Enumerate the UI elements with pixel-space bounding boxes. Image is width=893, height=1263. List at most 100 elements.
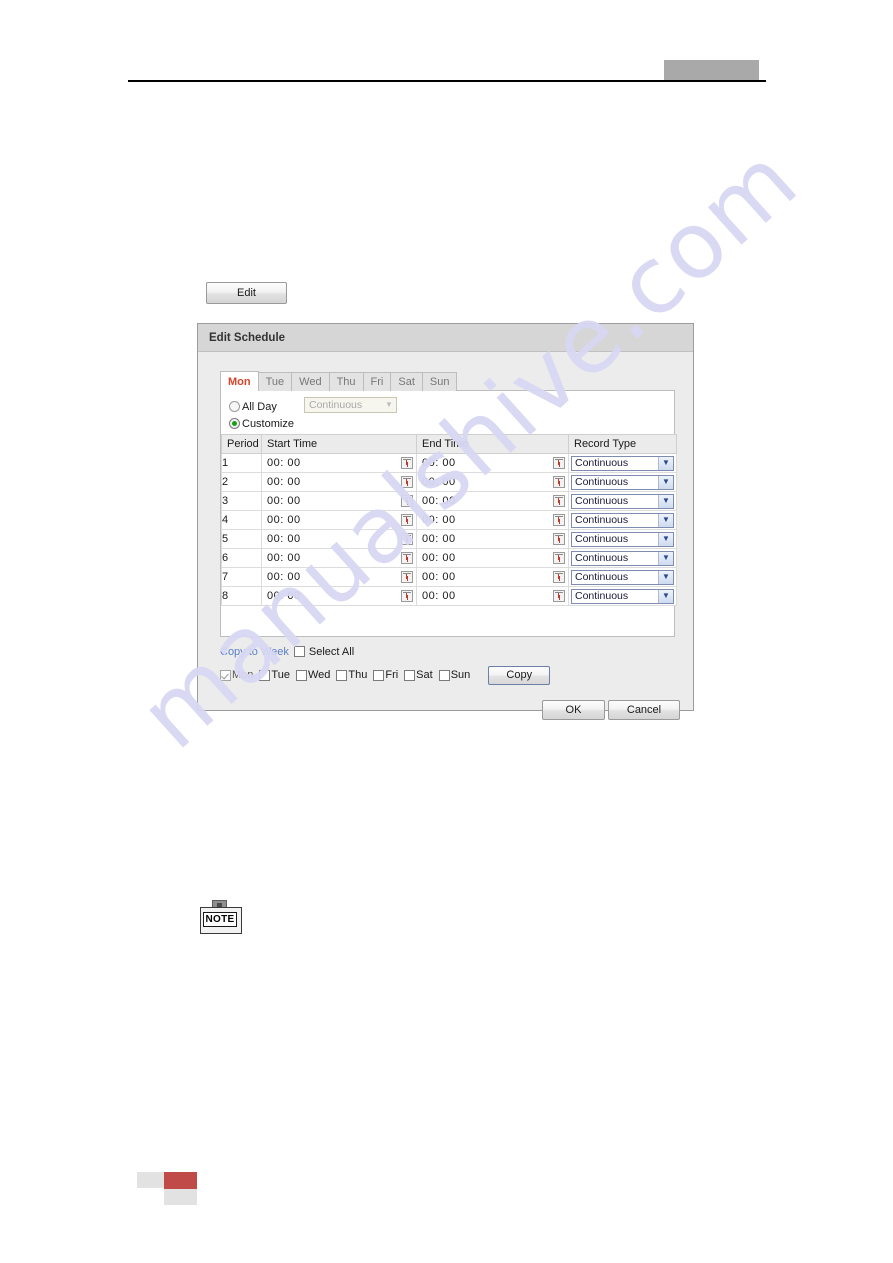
record-type-value: Continuous <box>575 552 629 564</box>
time-picker-icon[interactable] <box>553 590 565 602</box>
end-time-cell[interactable]: 00: 00 <box>416 472 569 492</box>
chevron-down-icon[interactable]: ▼ <box>658 589 673 603</box>
end-time-cell[interactable]: 00: 00 <box>416 586 569 606</box>
cancel-button[interactable]: Cancel <box>608 700 680 720</box>
time-picker-icon[interactable] <box>401 552 413 564</box>
table-row: 4 00: 00 00: 00 Continuous ▼ <box>221 510 677 530</box>
chevron-down-icon[interactable]: ▼ <box>658 532 673 546</box>
tab-thu[interactable]: Thu <box>328 372 364 391</box>
tab-fri[interactable]: Fri <box>362 372 392 391</box>
select-all-checkbox[interactable] <box>293 646 305 657</box>
period-value: 6 <box>221 548 262 568</box>
all-day-row[interactable]: All Day <box>229 398 294 415</box>
chevron-down-icon[interactable]: ▼ <box>658 475 673 489</box>
chevron-down-icon[interactable]: ▼ <box>658 570 673 584</box>
day-checkbox-wed[interactable]: Wed <box>295 669 330 681</box>
start-time-cell[interactable]: 00: 00 <box>261 567 417 587</box>
time-picker-icon[interactable] <box>401 457 413 469</box>
time-picker-icon[interactable] <box>401 590 413 602</box>
time-picker-icon[interactable] <box>401 495 413 507</box>
all-day-radio[interactable] <box>229 401 240 412</box>
checkbox-mon[interactable] <box>220 669 231 681</box>
record-type-select[interactable]: Continuous ▼ <box>571 569 674 585</box>
tab-sat[interactable]: Sat <box>390 372 423 391</box>
end-time-cell[interactable]: 00: 00 <box>416 491 569 511</box>
record-type-cell[interactable]: Continuous ▼ <box>568 491 677 511</box>
end-time-cell[interactable]: 00: 00 <box>416 529 569 549</box>
chevron-down-icon[interactable]: ▼ <box>658 513 673 527</box>
edit-button[interactable]: Edit <box>206 282 287 304</box>
tab-wed[interactable]: Wed <box>291 372 330 391</box>
tab-mon[interactable]: Mon <box>220 371 259 391</box>
day-checkbox-fri[interactable]: Fri <box>373 669 398 681</box>
end-time-value: 00: 00 <box>422 495 456 507</box>
record-type-cell[interactable]: Continuous ▼ <box>568 453 677 473</box>
start-time-cell[interactable]: 00: 00 <box>261 510 417 530</box>
customize-radio[interactable] <box>229 418 240 429</box>
record-type-cell[interactable]: Continuous ▼ <box>568 567 677 587</box>
time-picker-icon[interactable] <box>401 533 413 545</box>
time-picker-icon[interactable] <box>553 514 565 526</box>
record-type-select[interactable]: Continuous ▼ <box>571 493 674 509</box>
end-time-cell[interactable]: 00: 00 <box>416 510 569 530</box>
end-time-cell[interactable]: 00: 00 <box>416 548 569 568</box>
checkbox-sat[interactable] <box>404 669 416 681</box>
start-time-cell[interactable]: 00: 00 <box>261 453 417 473</box>
start-time-value: 00: 00 <box>267 514 301 526</box>
chevron-down-icon[interactable]: ▼ <box>658 456 673 470</box>
ok-button[interactable]: OK <box>542 700 605 720</box>
day-checkbox-thu[interactable]: Thu <box>336 669 367 681</box>
checkbox-wed[interactable] <box>295 669 307 681</box>
time-picker-icon[interactable] <box>553 476 565 488</box>
record-type-select[interactable]: Continuous ▼ <box>571 455 674 471</box>
start-time-cell[interactable]: 00: 00 <box>261 491 417 511</box>
time-picker-icon[interactable] <box>553 495 565 507</box>
chevron-down-icon[interactable]: ▼ <box>658 494 673 508</box>
end-time-value: 00: 00 <box>422 571 456 583</box>
chevron-down-icon[interactable]: ▼ <box>658 551 673 565</box>
checkbox-sun[interactable] <box>438 669 450 681</box>
time-picker-icon[interactable] <box>553 571 565 583</box>
all-day-record-type-select[interactable]: Continuous ▼ <box>304 397 397 413</box>
record-type-cell[interactable]: Continuous ▼ <box>568 529 677 549</box>
start-time-cell[interactable]: 00: 00 <box>261 586 417 606</box>
customize-row[interactable]: Customize <box>229 415 294 432</box>
time-picker-icon[interactable] <box>401 571 413 583</box>
time-picker-icon[interactable] <box>401 514 413 526</box>
start-time-value: 00: 00 <box>267 476 301 488</box>
start-time-cell[interactable]: 00: 00 <box>261 529 417 549</box>
day-checkbox-sun[interactable]: Sun <box>438 669 470 681</box>
checkbox-tue[interactable] <box>259 669 271 681</box>
start-time-cell[interactable]: 00: 00 <box>261 548 417 568</box>
record-type-cell[interactable]: Continuous ▼ <box>568 586 677 606</box>
dialog-titlebar: Edit Schedule <box>198 324 693 352</box>
period-value: 8 <box>221 586 262 606</box>
checkbox-thu[interactable] <box>336 669 348 681</box>
tab-tue[interactable]: Tue <box>257 372 293 391</box>
time-picker-icon[interactable] <box>553 533 565 545</box>
end-time-value: 00: 00 <box>422 552 456 564</box>
record-type-select[interactable]: Continuous ▼ <box>571 531 674 547</box>
time-picker-icon[interactable] <box>553 457 565 469</box>
end-time-cell[interactable]: 00: 00 <box>416 453 569 473</box>
record-type-select[interactable]: Continuous ▼ <box>571 550 674 566</box>
time-picker-icon[interactable] <box>401 476 413 488</box>
time-picker-icon[interactable] <box>553 552 565 564</box>
day-checkbox-tue[interactable]: Tue <box>259 669 290 681</box>
record-type-cell[interactable]: Continuous ▼ <box>568 548 677 568</box>
end-time-cell[interactable]: 00: 00 <box>416 567 569 587</box>
record-type-select[interactable]: Continuous ▼ <box>571 512 674 528</box>
start-time-cell[interactable]: 00: 00 <box>261 472 417 492</box>
customize-label: Customize <box>242 417 294 430</box>
record-type-select[interactable]: Continuous ▼ <box>571 474 674 490</box>
tab-sun[interactable]: Sun <box>421 372 458 391</box>
record-type-select[interactable]: Continuous ▼ <box>571 588 674 604</box>
record-type-cell[interactable]: Continuous ▼ <box>568 510 677 530</box>
day-checkbox-sat[interactable]: Sat <box>404 669 433 681</box>
copy-button[interactable]: Copy <box>488 665 551 685</box>
day-checkbox-mon[interactable]: Mon <box>220 669 253 681</box>
start-time-value: 00: 00 <box>267 495 301 507</box>
copy-to-week-link[interactable]: Copy to Week <box>220 646 289 658</box>
checkbox-fri[interactable] <box>373 669 385 681</box>
record-type-cell[interactable]: Continuous ▼ <box>568 472 677 492</box>
